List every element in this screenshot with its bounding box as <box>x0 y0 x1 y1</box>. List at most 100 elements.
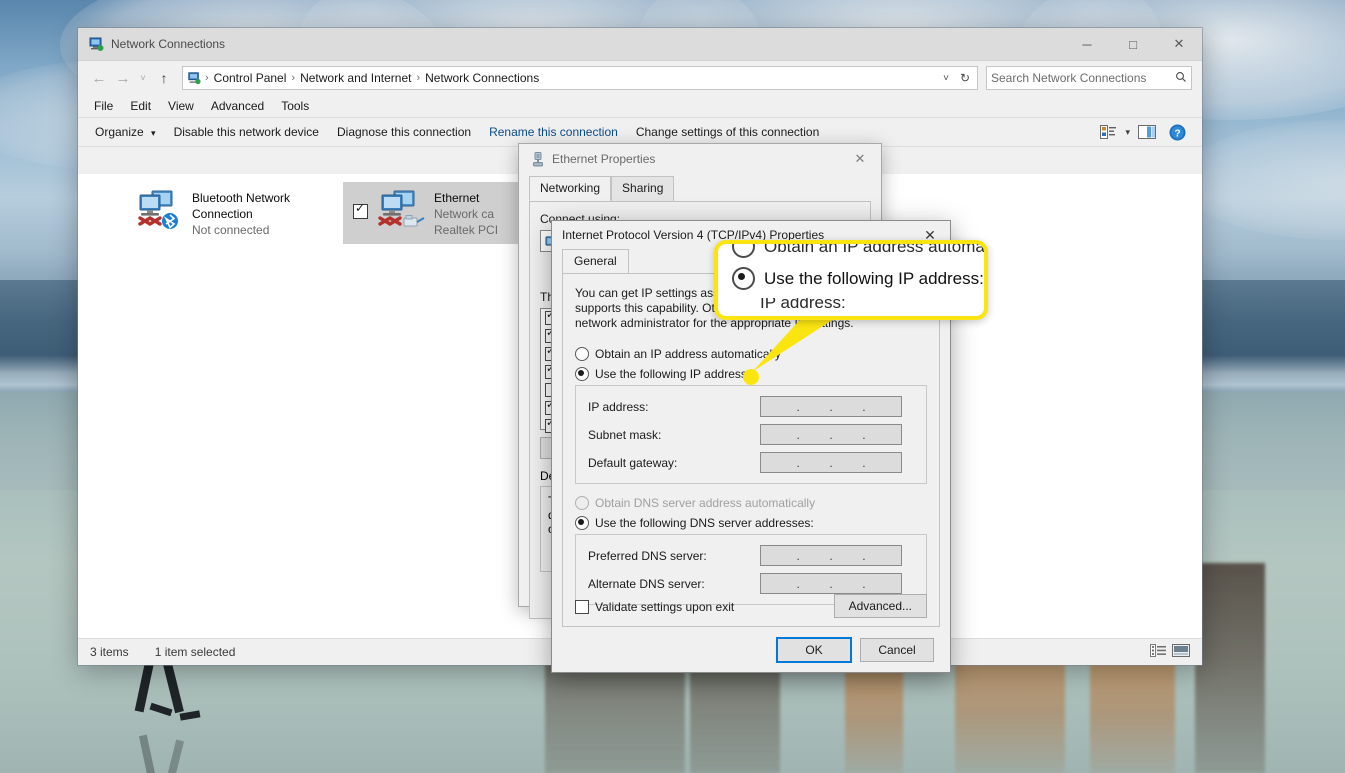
ipv4-general-panel: You can get IP settings assigned automat… <box>562 273 940 627</box>
menu-file[interactable]: File <box>86 97 121 115</box>
breadcrumb-network-connections[interactable]: Network Connections <box>421 68 543 88</box>
validate-settings-checkbox[interactable] <box>575 600 589 614</box>
breadcrumb-control-panel[interactable]: Control Panel <box>210 68 291 88</box>
separator-dot: . <box>862 427 866 442</box>
callout-partial-bottom: IP address: <box>718 298 984 312</box>
network-adapter-icon <box>378 188 426 232</box>
close-icon[interactable]: ✕ <box>839 144 881 174</box>
subnet-mask-input[interactable]: . . . <box>760 424 902 445</box>
subnet-mask-row: Subnet mask: . . . <box>588 424 916 445</box>
default-gateway-input[interactable]: . . . <box>760 452 902 473</box>
rename-connection-button[interactable]: Rename this connection <box>480 121 627 143</box>
obtain-dns-automatically-label: Obtain DNS server address automatically <box>595 496 816 510</box>
window-titlebar[interactable]: Network Connections ─ □ ✕ <box>78 28 1202 61</box>
callout-target-dot <box>743 369 759 385</box>
search-input[interactable]: Search Network Connections <box>991 71 1175 85</box>
selection-label: 1 item selected <box>154 645 236 659</box>
obtain-ip-automatically-row[interactable]: Obtain an IP address automatically <box>575 347 927 361</box>
ok-button[interactable]: OK <box>776 637 852 663</box>
connection-text: Bluetooth Network Connection Not connect… <box>192 188 300 238</box>
obtain-dns-automatically-radio[interactable] <box>575 496 589 510</box>
menu-view[interactable]: View <box>160 97 202 115</box>
subnet-mask-label: Subnet mask: <box>588 427 662 442</box>
details-view-icon[interactable] <box>1150 644 1166 660</box>
callout-partial-top: Obtain an IP address automatic <box>718 244 984 260</box>
connection-status: Network ca <box>434 207 495 221</box>
preferred-dns-label: Preferred DNS server: <box>588 548 707 563</box>
address-bar[interactable]: › Control Panel › Network and Internet ›… <box>182 66 978 90</box>
separator-dot: . <box>829 427 833 442</box>
recent-locations-button[interactable]: ˅ <box>136 67 150 89</box>
obtain-dns-automatically-row[interactable]: Obtain DNS server address automatically <box>575 496 927 510</box>
large-icons-view-icon[interactable] <box>1172 644 1190 660</box>
alternate-dns-label: Alternate DNS server: <box>588 576 705 591</box>
preview-pane-icon[interactable] <box>1134 121 1160 143</box>
up-button[interactable]: ↑ <box>152 67 176 89</box>
tab-networking[interactable]: Networking <box>529 176 612 201</box>
separator-dot: . <box>796 399 800 414</box>
separator-dot: . <box>796 427 800 442</box>
command-bar-right: ▾ ? <box>1095 121 1194 143</box>
obtain-ip-automatically-radio[interactable] <box>575 347 589 361</box>
alternate-dns-input[interactable]: . . . <box>760 573 902 594</box>
connection-name: Ethernet <box>434 191 480 205</box>
callout-main-line: Use the following IP address: <box>718 267 984 290</box>
obtain-ip-automatically-label: Obtain an IP address automatically <box>595 347 781 361</box>
ip-address-input[interactable]: . . . <box>760 396 902 417</box>
change-settings-button[interactable]: Change settings of this connection <box>627 121 828 143</box>
window-controls: ─ □ ✕ <box>1064 28 1202 60</box>
callout-top-line: Obtain an IP address automatic <box>718 244 984 258</box>
diagnose-connection-button[interactable]: Diagnose this connection <box>328 121 480 143</box>
forward-button[interactable]: → <box>112 67 134 89</box>
view-options-icon[interactable] <box>1095 121 1121 143</box>
menu-advanced[interactable]: Advanced <box>203 97 272 115</box>
separator-dot: . <box>829 455 833 470</box>
chevron-down-icon[interactable]: ˅ <box>937 73 955 84</box>
cancel-button[interactable]: Cancel <box>860 638 934 662</box>
refresh-icon[interactable]: ↻ <box>955 71 975 85</box>
connection-text: Ethernet Network ca Realtek PCI <box>434 188 498 238</box>
maximize-button[interactable]: □ <box>1110 28 1156 60</box>
default-gateway-label: Default gateway: <box>588 455 678 470</box>
use-the-following-ip-address-label: Use the following IP address: <box>595 367 751 381</box>
separator-dot: . <box>829 548 833 563</box>
window-title: Network Connections <box>111 37 226 51</box>
chevron-down-icon: ▾ <box>151 128 156 138</box>
separator-dot: . <box>862 399 866 414</box>
use-following-dns-row[interactable]: Use the following DNS server addresses: <box>575 516 927 530</box>
connection-checkbox[interactable] <box>353 201 368 219</box>
callout-bottom-label: IP address: <box>760 298 846 312</box>
tab-sharing[interactable]: Sharing <box>611 176 675 201</box>
menu-edit[interactable]: Edit <box>122 97 159 115</box>
network-adapter-small-icon <box>531 151 545 167</box>
help-icon[interactable]: ? <box>1164 121 1190 143</box>
connection-item-bluetooth[interactable]: Bluetooth Network Connection Not connect… <box>128 182 340 244</box>
separator-dot: . <box>796 576 800 591</box>
chevron-down-icon[interactable]: ▾ <box>1125 127 1130 138</box>
tab-general[interactable]: General <box>562 249 629 273</box>
menu-bar: File Edit View Advanced Tools <box>78 95 1202 117</box>
navigation-bar: ← → ˅ ↑ › Control Panel › Network and In… <box>78 61 1202 95</box>
callout-main-label: Use the following IP address: <box>764 268 984 288</box>
magnifier-callout: Obtain an IP address automatic Use the f… <box>714 240 988 320</box>
back-button[interactable]: ← <box>88 67 110 89</box>
search-box[interactable]: Search Network Connections <box>986 66 1192 90</box>
separator-dot: . <box>796 548 800 563</box>
menu-tools[interactable]: Tools <box>273 97 317 115</box>
breadcrumb-network-and-internet[interactable]: Network and Internet <box>296 68 415 88</box>
use-the-following-dns-radio[interactable] <box>575 516 589 530</box>
validate-settings-row[interactable]: Validate settings upon exit <box>575 600 734 614</box>
network-connections-icon <box>187 71 201 85</box>
preferred-dns-input[interactable]: . . . <box>760 545 902 566</box>
disable-network-device-button[interactable]: Disable this network device <box>165 121 328 143</box>
separator-dot: . <box>796 455 800 470</box>
ethernet-dialog-titlebar[interactable]: Ethernet Properties ✕ <box>519 144 881 174</box>
alternate-dns-row: Alternate DNS server: . . . <box>588 573 916 594</box>
close-button[interactable]: ✕ <box>1156 28 1202 60</box>
organize-button[interactable]: Organize ▾ <box>86 121 165 143</box>
obtain-ip-automatically-radio-magnified <box>732 244 755 258</box>
use-the-following-ip-address-radio[interactable] <box>575 367 589 381</box>
minimize-button[interactable]: ─ <box>1064 28 1110 60</box>
callout-top-label: Obtain an IP address automatic <box>764 244 984 256</box>
advanced-button[interactable]: Advanced... <box>833 594 927 618</box>
